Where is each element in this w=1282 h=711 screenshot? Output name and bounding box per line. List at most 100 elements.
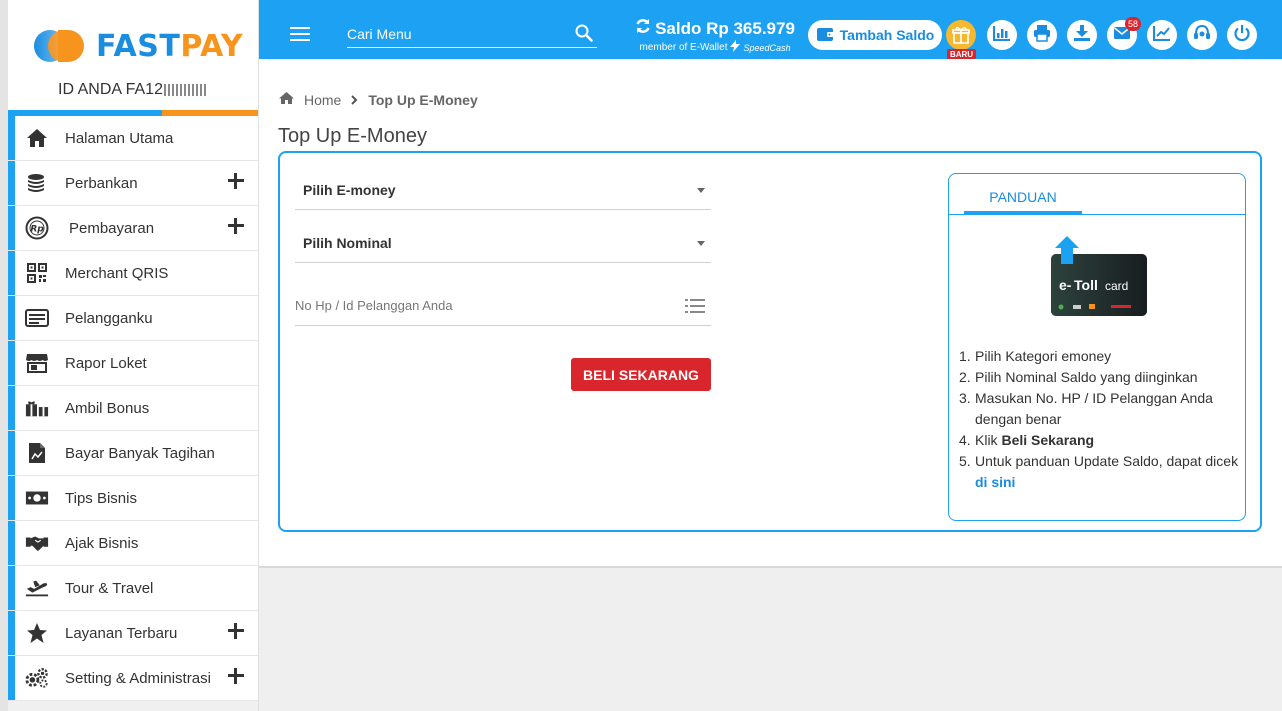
rp-coin-icon: Rp: [25, 216, 49, 240]
user-id-text: ID ANDA FA12: [58, 81, 163, 98]
fastpay-logo-icon: [34, 28, 88, 64]
home-icon: [25, 126, 49, 150]
sidebar-item-perbankan[interactable]: Perbankan: [8, 161, 258, 206]
caret-down-icon: [697, 188, 705, 193]
new-feature-button[interactable]: BARU: [946, 20, 976, 61]
main-content: Home Top Up E-Money Top Up E-Money Pilih…: [259, 59, 1282, 568]
sidebar-item-label: Ajak Bisnis: [65, 534, 139, 552]
gift-box-icon: [946, 20, 976, 50]
sidebar-menu: Halaman Utama Perbankan Rp Pembayaran Me…: [8, 116, 258, 701]
sidebar-item-label: Halaman Utama: [65, 129, 174, 147]
refresh-icon[interactable]: [635, 18, 651, 39]
speedcash-logo-icon: [729, 40, 741, 55]
list-icon[interactable]: [685, 298, 705, 319]
sidebar-item-layanan-terbaru[interactable]: Layanan Terbaru: [8, 611, 258, 656]
coins-icon: [25, 171, 49, 195]
invoice-icon: [25, 441, 49, 465]
sidebar-item-label: Perbankan: [65, 174, 138, 192]
sidebar: FASTPAY ID ANDA FA12 Halaman Utama Perba…: [0, 0, 259, 711]
panduan-update-link[interactable]: di sini: [975, 474, 1015, 490]
sidebar-item-ambil-bonus[interactable]: Ambil Bonus: [8, 386, 258, 431]
page-title: Top Up E-Money: [278, 125, 427, 147]
sidebar-item-merchant-qris[interactable]: Merchant QRIS: [8, 251, 258, 296]
sidebar-item-setting-administrasi[interactable]: Setting & Administrasi: [8, 656, 258, 701]
emoney-select[interactable]: Pilih E-money: [295, 170, 711, 210]
breadcrumb-home-link[interactable]: Home: [304, 92, 341, 108]
list-item: 4. Klik Beli Sekarang: [959, 432, 1095, 448]
tambah-saldo-button[interactable]: Tambah Saldo: [808, 20, 942, 50]
messages-button[interactable]: 58: [1107, 17, 1141, 50]
download-icon: [1073, 24, 1091, 47]
search-input[interactable]: [347, 20, 567, 42]
list-item: 3. Masukan No. HP / ID Pelanggan Anda den…: [959, 390, 1213, 427]
line-chart-icon: [1153, 25, 1171, 46]
expand-plus-icon[interactable]: [228, 623, 244, 639]
sidebar-item-rapor-loket[interactable]: Rapor Loket: [8, 341, 258, 386]
breadcrumb-current: Top Up E-Money: [368, 91, 478, 108]
expand-plus-icon[interactable]: [228, 218, 244, 234]
expand-plus-icon[interactable]: [228, 668, 244, 684]
sidebar-item-label: Pembayaran: [69, 219, 155, 237]
id-card-icon: [25, 306, 49, 330]
search-icon[interactable]: [575, 24, 593, 47]
logout-button[interactable]: [1227, 20, 1257, 50]
sidebar-item-label: Ambil Bonus: [65, 399, 150, 417]
sidebar-item-pembayaran[interactable]: Rp Pembayaran: [8, 206, 258, 251]
sidebar-item-label: Pelangganku: [65, 309, 153, 327]
sidebar-item-bayar-banyak-tagihan[interactable]: Bayar Banyak Tagihan: [8, 431, 258, 476]
trend-chart-button[interactable]: [1147, 20, 1177, 50]
star-icon: [25, 621, 49, 645]
card-brand-3: card: [1105, 279, 1128, 293]
sidebar-item-tips-bisnis[interactable]: Tips Bisnis: [8, 476, 258, 521]
caret-down-icon: [697, 241, 705, 246]
fastpay-logo[interactable]: FASTPAY: [34, 28, 243, 64]
gift-icon: [25, 396, 49, 420]
store-icon: [25, 351, 49, 375]
sidebar-item-halaman-utama[interactable]: Halaman Utama: [8, 116, 258, 161]
download-button[interactable]: [1067, 20, 1097, 50]
sidebar-item-ajak-bisnis[interactable]: Ajak Bisnis: [8, 521, 258, 566]
customer-id-input[interactable]: [295, 298, 655, 313]
handshake-icon: [25, 531, 49, 555]
home-icon[interactable]: [278, 91, 295, 108]
list-item: 5. Untuk panduan Update Saldo, dapat dice…: [959, 453, 1239, 490]
customer-id-field: [295, 286, 711, 326]
power-icon: [1233, 24, 1251, 47]
saldo-amount: Saldo Rp 365.979: [655, 18, 795, 38]
sidebar-item-pelangganku[interactable]: Pelangganku: [8, 296, 258, 341]
beli-sekarang-button[interactable]: BELI SEKARANG: [571, 358, 711, 391]
qr-code-icon: [25, 261, 49, 285]
saldo-display[interactable]: Saldo Rp 365.979 member of E-Wallet Spee…: [631, 18, 799, 55]
money-bill-icon: [25, 486, 49, 510]
topbar: Saldo Rp 365.979 member of E-Wallet Spee…: [259, 0, 1282, 61]
report-chart-button[interactable]: [987, 20, 1017, 50]
tambah-saldo-label: Tambah Saldo: [839, 27, 935, 43]
sidebar-item-label: Layanan Terbaru: [65, 624, 178, 642]
search-box: [347, 20, 597, 48]
breadcrumb: Home Top Up E-Money: [278, 91, 478, 108]
tab-panduan[interactable]: PANDUAN: [964, 189, 1082, 214]
fastpay-logo-text: FASTPAY: [96, 28, 244, 64]
brand-header: FASTPAY ID ANDA FA12: [8, 0, 258, 116]
user-id-mask: [163, 83, 208, 96]
sidebar-item-tour-travel[interactable]: Tour & Travel: [8, 566, 258, 611]
sidebar-item-label: Tips Bisnis: [65, 489, 137, 507]
panduan-panel: PANDUAN e- Toll card 1. Pilih Kategori em…: [948, 173, 1246, 521]
sidebar-item-label: Merchant QRIS: [65, 264, 169, 282]
list-item: 2. Pilih Nominal Saldo yang diinginkan: [959, 369, 1198, 385]
card-brand-1: e-: [1059, 277, 1072, 293]
plane-departure-icon: [25, 576, 49, 600]
hamburger-menu-icon[interactable]: [290, 27, 310, 41]
etoll-card-image: e- Toll card: [1047, 232, 1149, 318]
sidebar-item-label: Tour & Travel: [65, 579, 154, 597]
nominal-select-value: Pilih Nominal: [303, 234, 392, 251]
user-id: ID ANDA FA12: [8, 81, 258, 99]
panduan-steps: 1. Pilih Kategori emoney 2. Pilih Nominal …: [959, 346, 1239, 493]
card-brand-2: Toll: [1074, 277, 1098, 293]
customer-service-button[interactable]: [1187, 20, 1217, 50]
print-button[interactable]: [1027, 20, 1057, 50]
emoney-select-value: Pilih E-money: [303, 181, 396, 198]
headset-icon: [1193, 24, 1211, 47]
nominal-select[interactable]: Pilih Nominal: [295, 223, 711, 263]
expand-plus-icon[interactable]: [228, 173, 244, 189]
